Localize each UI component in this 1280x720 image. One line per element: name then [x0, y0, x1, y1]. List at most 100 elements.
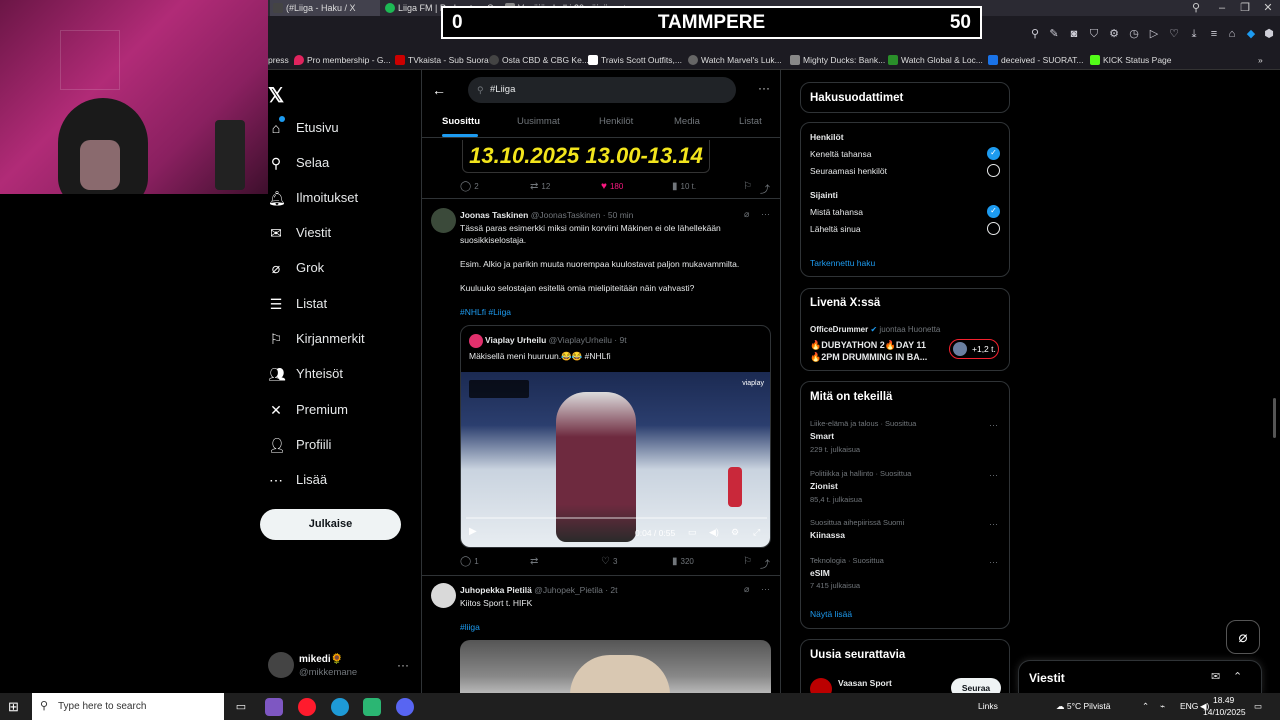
nav-more[interactable]: ⋯ Lisää	[268, 468, 418, 492]
weather-widget[interactable]: ☁ 5°C Pilvistä	[1056, 701, 1110, 712]
share-button[interactable]: ⤴	[760, 181, 773, 196]
live-title[interactable]: 🔥2PM DRUMMING IN BA...	[810, 352, 927, 363]
radio-unchecked-icon[interactable]	[987, 222, 1000, 235]
profile-icon[interactable]: ⬢	[1262, 27, 1276, 41]
fullscreen-icon[interactable]: ⤢	[753, 527, 760, 538]
tweet-image[interactable]	[460, 640, 771, 693]
more-icon[interactable]: ···	[761, 209, 770, 219]
windows-start-icon[interactable]: ⊞	[8, 699, 19, 715]
avatar[interactable]	[431, 208, 456, 233]
bookmark-item[interactable]: Pro membership - G...	[294, 50, 391, 70]
reply-button[interactable]: ◯ 1	[460, 556, 479, 567]
tab-top[interactable]: Suosittu	[442, 116, 480, 127]
clock-date[interactable]: 14/10/2025	[1203, 707, 1246, 717]
share-button[interactable]: ⤴	[760, 556, 773, 571]
task-view-icon[interactable]: ▭	[232, 698, 250, 716]
more-icon[interactable]: ···	[761, 584, 770, 594]
heart-icon[interactable]: ♡	[1167, 27, 1181, 41]
bookmarks-overflow-icon[interactable]: »	[1258, 50, 1263, 70]
live-listeners-pill[interactable]: +1,2 t.	[949, 339, 999, 359]
tray-overflow-icon[interactable]: ⌃	[1142, 701, 1149, 712]
grok-icon[interactable]: ⌀	[744, 209, 749, 220]
search-icon[interactable]: ⚲	[1184, 0, 1208, 16]
author-handle[interactable]: @JoonasTaskinen	[531, 210, 601, 220]
close-window-icon[interactable]: ✕	[1256, 0, 1280, 16]
more-icon[interactable]: ···	[758, 81, 770, 95]
repost-button[interactable]: ⇄	[530, 556, 541, 567]
lock-icon[interactable]: ⌂	[1225, 27, 1239, 41]
video-progress-bar[interactable]	[466, 517, 767, 519]
edit-icon[interactable]: ✎	[1047, 27, 1061, 41]
messages-drawer[interactable]: Viestit ✉ ⌃	[1018, 660, 1262, 693]
bookmark-item[interactable]: Watch Global & Loc...	[888, 50, 983, 70]
volume-icon[interactable]: ◀)	[709, 527, 719, 538]
filter-option[interactable]: Seuraamasi henkilöt	[810, 166, 887, 176]
extension-icon[interactable]: ◆	[1244, 27, 1258, 41]
more-icon[interactable]: ···	[397, 658, 409, 672]
more-icon[interactable]: ···	[989, 420, 998, 430]
filter-option[interactable]: Läheltä sinua	[810, 224, 861, 234]
more-icon[interactable]: ···	[989, 470, 998, 480]
nav-explore[interactable]: ⚲ Selaa	[268, 151, 418, 175]
scrollbar[interactable]	[1273, 398, 1276, 438]
tweet-image[interactable]: 13.10.2025 13.00-13.14	[462, 140, 710, 173]
radio-checked-icon[interactable]: ✓	[987, 205, 1000, 218]
restore-icon[interactable]: ❐	[1233, 0, 1257, 16]
views-button[interactable]: ▮ 10 t.	[672, 181, 696, 192]
trend-name[interactable]: Zionist	[810, 481, 838, 491]
browser-tab-x[interactable]: (#Liiga - Haku / X	[270, 0, 380, 16]
bookmark-item[interactable]: Mighty Ducks: Bank...	[790, 50, 885, 70]
tab-lists[interactable]: Listat	[739, 116, 762, 127]
quoted-tweet[interactable]: Viaplay Urheilu @ViaplayUrheilu · 9t Mäk…	[460, 325, 771, 548]
network-icon[interactable]: ⌁	[1160, 701, 1165, 712]
tab-latest[interactable]: Uusimmat	[517, 116, 560, 127]
live-host[interactable]: OfficeDrummer ✔ juontaa Huonetta	[810, 325, 940, 334]
nav-home[interactable]: ⌂ Etusivu	[268, 116, 418, 140]
show-more-link[interactable]: Näytä lisää	[810, 609, 852, 619]
nav-communities[interactable]: 👥︎ Yhteisöt	[268, 362, 418, 386]
bookmark-item[interactable]: press	[268, 50, 289, 70]
camera-icon[interactable]: ◙	[1067, 27, 1081, 41]
reply-button[interactable]: ◯ 2	[460, 181, 479, 192]
tab-media[interactable]: Media	[674, 116, 700, 127]
download-icon[interactable]: ⤓	[1187, 27, 1201, 41]
nav-lists[interactable]: ☰ Listat	[268, 292, 418, 316]
discord-icon[interactable]	[396, 698, 414, 716]
hashtag-link[interactable]: #NHLfi #Liiga	[460, 306, 760, 318]
trend-name[interactable]: eSIM	[810, 568, 830, 578]
suggested-account-name[interactable]: Vaasan Sport	[838, 678, 892, 688]
bookmark-item[interactable]: TVkaista - Sub Suora	[395, 50, 489, 70]
zoom-icon[interactable]: ⚲	[1028, 27, 1042, 41]
back-arrow-icon[interactable]: ←	[432, 82, 446, 98]
author-handle[interactable]: @Juhopek_Pietila	[534, 585, 603, 595]
bookmark-button[interactable]: ⚐	[743, 181, 755, 192]
history-icon[interactable]: ◷	[1127, 27, 1141, 41]
radio-unchecked-icon[interactable]	[987, 164, 1000, 177]
app-icon[interactable]	[265, 698, 283, 716]
language-indicator[interactable]: ENG	[1180, 701, 1198, 711]
post-button[interactable]: Julkaise	[260, 509, 401, 540]
views-button[interactable]: ▮ 320	[672, 556, 694, 567]
bookmark-item[interactable]: deceived - SUORAT...	[988, 50, 1084, 70]
minimize-icon[interactable]: –	[1210, 0, 1234, 16]
filter-option[interactable]: Keneltä tahansa	[810, 149, 871, 159]
grok-icon[interactable]: ⌀	[1226, 620, 1260, 654]
compose-message-icon[interactable]: ✉	[1211, 670, 1220, 683]
more-icon[interactable]: ···	[989, 519, 998, 529]
bookmark-item[interactable]: Travis Scott Outfits,...	[588, 50, 682, 70]
taskbar-search-input[interactable]: ⚲ Type here to search	[32, 693, 224, 720]
like-button[interactable]: ♡ 3	[601, 556, 617, 567]
filter-option[interactable]: Mistä tahansa	[810, 207, 863, 217]
bookmark-button[interactable]: ⚐	[743, 556, 755, 567]
shield-icon[interactable]: ⛉	[1087, 27, 1101, 41]
hashtag-link[interactable]: #liiga	[460, 621, 760, 633]
bookmark-item[interactable]: Watch Marvel's Luk...	[688, 50, 782, 70]
trend-name[interactable]: Kiinassa	[810, 530, 845, 540]
edge-icon[interactable]	[331, 698, 349, 716]
play-icon[interactable]: ▷	[1147, 27, 1161, 41]
account-switcher[interactable]: mikedi🌻 @mikkemane ···	[268, 650, 418, 686]
nav-bookmarks[interactable]: ⚐ Kirjanmerkit	[268, 327, 418, 351]
clock-time[interactable]: 18.49	[1213, 695, 1234, 705]
app-icon[interactable]	[363, 698, 381, 716]
menu-icon[interactable]: ≡	[1207, 27, 1221, 41]
